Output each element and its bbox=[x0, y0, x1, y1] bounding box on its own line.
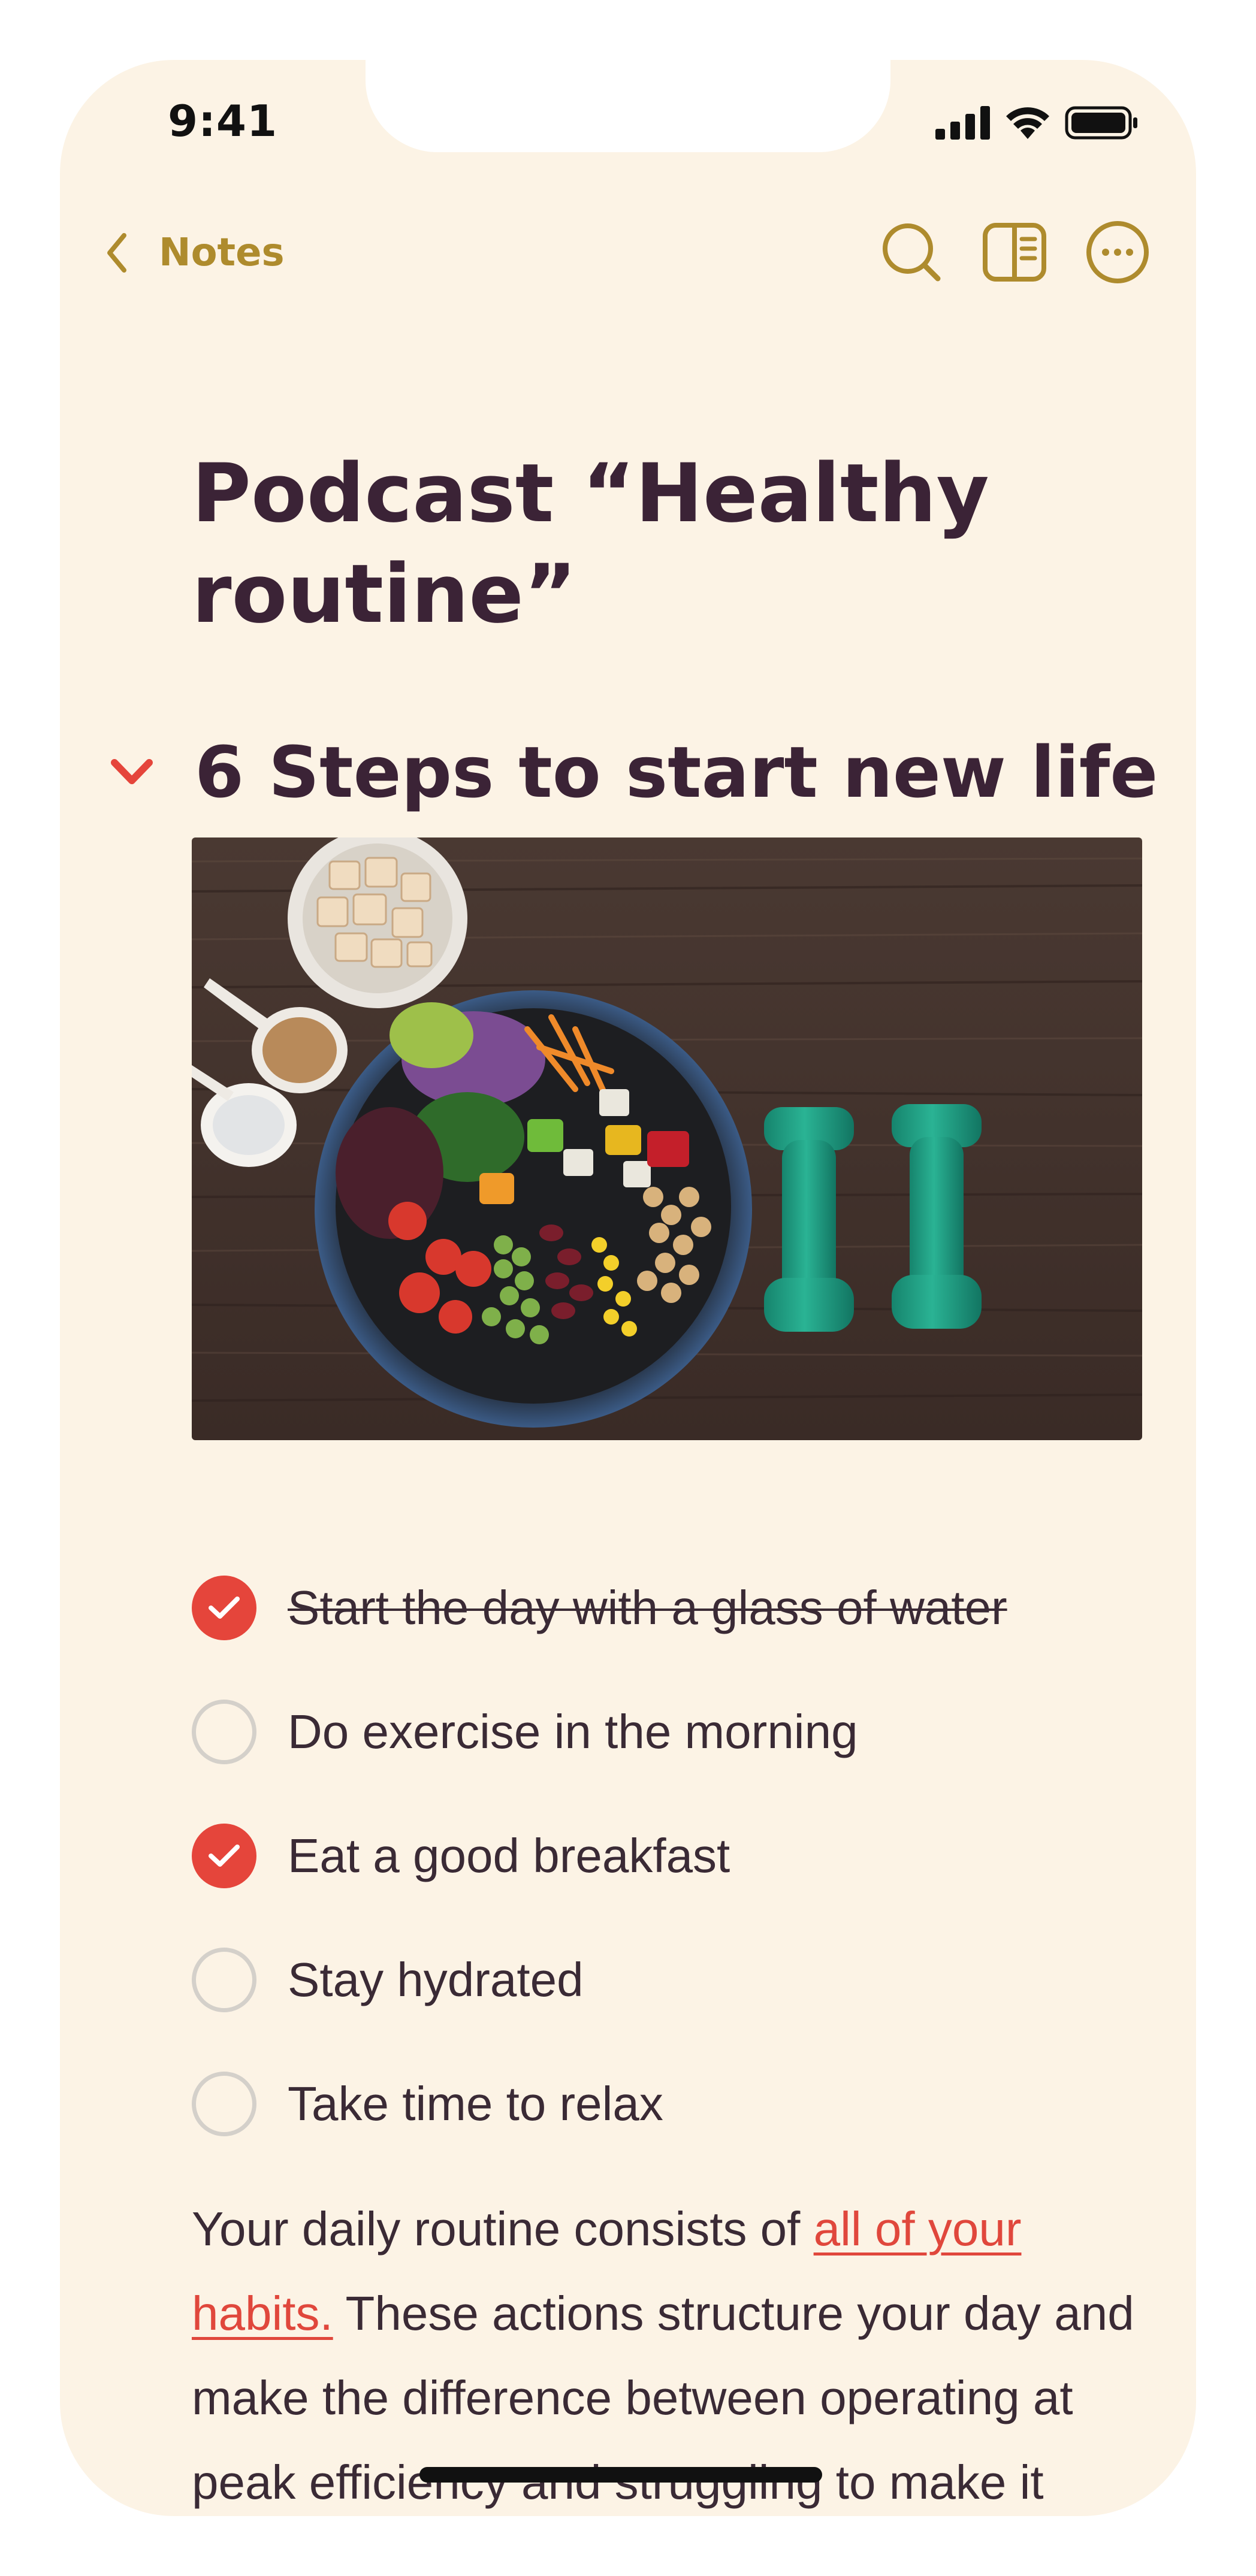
cellular-signal-icon bbox=[935, 106, 990, 140]
checklist-item: Stay hydrated bbox=[192, 1918, 1151, 2042]
more-ellipsis-icon bbox=[1086, 221, 1149, 283]
sidebar-toggle-button[interactable] bbox=[981, 219, 1048, 286]
search-button[interactable] bbox=[878, 219, 945, 286]
section-heading: 6 Steps to start new life bbox=[108, 731, 1158, 814]
checklist: Start the day with a glass of water Do e… bbox=[192, 1546, 1151, 2166]
back-to-notes-button[interactable]: Notes bbox=[105, 223, 285, 283]
search-icon bbox=[883, 223, 941, 282]
status-time: 9:41 bbox=[168, 96, 278, 146]
back-label: Notes bbox=[159, 231, 285, 275]
checklist-item: Eat a good breakfast bbox=[192, 1794, 1151, 1918]
salad-dumbbells-image[interactable] bbox=[192, 837, 1142, 1440]
wifi-icon bbox=[1006, 107, 1049, 139]
more-options-button[interactable] bbox=[1084, 219, 1151, 286]
checkbox-checked[interactable] bbox=[192, 1823, 256, 1888]
checkmark-icon bbox=[209, 1596, 240, 1619]
device-notch bbox=[366, 60, 890, 152]
checklist-item-label[interactable]: Eat a good breakfast bbox=[288, 1828, 730, 1883]
checkbox-unchecked[interactable] bbox=[192, 2071, 256, 2136]
section-title[interactable]: 6 Steps to start new life bbox=[195, 731, 1158, 814]
checkbox-unchecked[interactable] bbox=[192, 1947, 256, 2012]
checklist-item: Do exercise in the morning bbox=[192, 1670, 1151, 1794]
home-indicator[interactable] bbox=[419, 2467, 822, 2483]
collapse-section-toggle[interactable] bbox=[108, 742, 195, 802]
chevron-left-icon bbox=[107, 233, 126, 273]
checklist-item-label[interactable]: Stay hydrated bbox=[288, 1952, 584, 2007]
sidebar-panel-icon bbox=[983, 223, 1046, 282]
checklist-item: Start the day with a glass of water bbox=[192, 1546, 1151, 1670]
body-text-start: Your daily routine consists of bbox=[192, 2202, 814, 2255]
checklist-item: Take time to relax bbox=[192, 2042, 1151, 2166]
photo-illustration bbox=[192, 837, 1142, 1440]
nav-actions bbox=[878, 219, 1151, 286]
checkmark-icon bbox=[209, 1844, 240, 1867]
checklist-item-label[interactable]: Start the day with a glass of water bbox=[288, 1580, 1007, 1635]
note-title[interactable]: Podcast “Healthy routine” bbox=[192, 443, 1151, 645]
checklist-item-label[interactable]: Do exercise in the morning bbox=[288, 1704, 858, 1759]
phone-screen: 9:41 Notes Podcast “Healthy routine” 6 S… bbox=[60, 60, 1196, 2516]
status-icons bbox=[935, 105, 1139, 140]
chevron-down-icon bbox=[111, 759, 153, 784]
checkbox-checked[interactable] bbox=[192, 1575, 256, 1640]
checkbox-unchecked[interactable] bbox=[192, 1699, 256, 1764]
checklist-item-label[interactable]: Take time to relax bbox=[288, 2076, 663, 2131]
battery-icon bbox=[1065, 106, 1137, 140]
